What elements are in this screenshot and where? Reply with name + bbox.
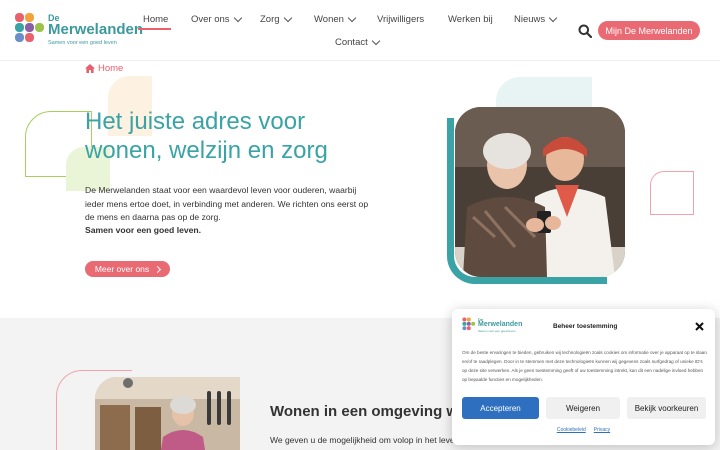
nav-label: Home <box>143 14 169 25</box>
cookie-logo: De Merwelanden Samen voor een goed leven <box>462 317 522 335</box>
chevron-down-icon <box>371 36 380 45</box>
hero-photo-illustration <box>455 107 625 277</box>
nav-label: Vrijwilligers <box>377 14 425 25</box>
nav-label: Over ons <box>191 14 230 25</box>
chevron-down-icon <box>233 13 242 22</box>
nav-item-home[interactable]: Home <box>143 14 168 25</box>
view-preferences-button[interactable]: Bekijk voorkeuren <box>627 397 706 419</box>
hero-tagline: Samen voor een goed leven. <box>85 225 202 235</box>
nav-item-vrijwilligers[interactable]: Vrijwilligers <box>377 14 424 25</box>
cookie-dialog-text: Om de beste ervaringen te bieden, gebrui… <box>462 350 707 382</box>
my-account-button[interactable]: Mijn De Merwelanden <box>598 21 700 40</box>
hero-photo <box>455 107 625 277</box>
more-about-us-button[interactable]: Meer over ons <box>85 261 170 277</box>
nav-item-over-ons[interactable]: Over ons <box>191 13 242 25</box>
logo-tagline: Samen voor een goed leven <box>48 40 117 46</box>
chevron-down-icon <box>548 13 558 22</box>
button-label: Meer over ons <box>94 264 150 274</box>
page: De Merwelanden Samen voor een goed leven… <box>0 0 720 450</box>
cookie-logo-name: Merwelanden <box>478 321 523 328</box>
privacy-link[interactable]: Privacy <box>594 427 610 433</box>
cookie-policy-link[interactable]: Cookiebeleid <box>557 427 586 433</box>
cookie-consent-dialog: De Merwelanden Samen voor een goed leven… <box>452 309 715 445</box>
chevron-right-icon <box>154 265 162 273</box>
breadcrumb[interactable]: Home <box>85 63 123 74</box>
home-icon <box>85 64 95 73</box>
logo-mark-icon <box>462 317 476 331</box>
section-photo-illustration <box>95 377 240 450</box>
section-text: We geven u de mogelijkheid om volop in h… <box>270 435 455 445</box>
nav-item-wonen[interactable]: Wonen <box>314 13 357 25</box>
nav-active-indicator <box>138 28 171 30</box>
decorative-outline-shape <box>650 171 694 215</box>
hero-title: Het juiste adres voor wonen, welzijn en … <box>85 108 328 164</box>
logo[interactable]: De Merwelanden Samen voor een goed leven <box>14 12 143 50</box>
section-photo <box>95 377 240 450</box>
section-title: Wonen in een omgeving wa <box>270 403 467 420</box>
deny-cookies-button[interactable]: Weigeren <box>546 397 620 419</box>
logo-mark-icon <box>15 13 44 42</box>
logo-name: Merwelanden <box>48 21 144 38</box>
close-icon[interactable] <box>694 321 705 332</box>
nav-label: Nieuws <box>514 14 546 25</box>
nav-label: Zorg <box>260 14 280 25</box>
accept-cookies-button[interactable]: Accepteren <box>462 397 539 419</box>
nav-item-nieuws[interactable]: Nieuws <box>514 13 558 25</box>
nav-item-contact[interactable]: Contact <box>335 36 380 48</box>
cookie-dialog-title: Beheer toestemming <box>553 323 618 330</box>
cookie-links: Cookiebeleid Privacy <box>452 427 715 433</box>
cookie-logo-tagline: Samen voor een goed leven <box>478 329 516 333</box>
search-icon[interactable] <box>578 24 592 38</box>
breadcrumb-home-link: Home <box>98 63 124 74</box>
nav-item-werken-bij[interactable]: Werken bij <box>448 14 493 25</box>
nav-label: Werken bij <box>448 14 493 25</box>
chevron-down-icon <box>283 13 292 22</box>
chevron-down-icon <box>347 13 357 22</box>
hero-description: De Merwelanden staat voor een waardevol … <box>85 185 369 222</box>
nav-item-zorg[interactable]: Zorg <box>260 13 292 25</box>
nav-label: Wonen <box>314 14 344 25</box>
nav-label: Contact <box>335 37 368 48</box>
site-header: De Merwelanden Samen voor een goed leven… <box>0 0 720 61</box>
